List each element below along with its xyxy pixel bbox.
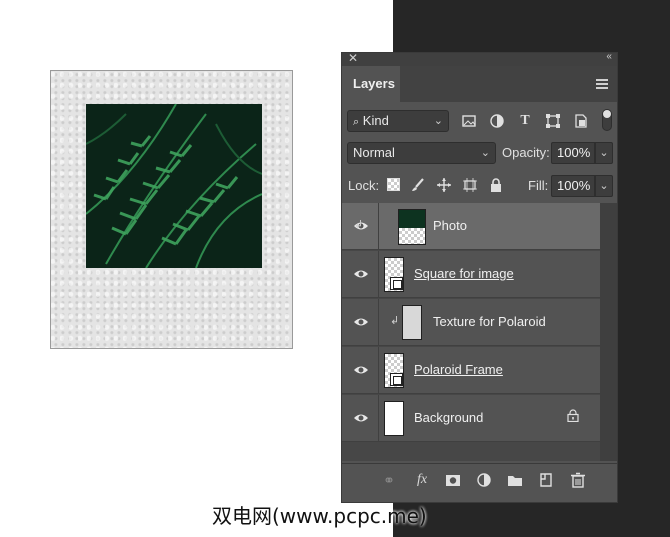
divider [378,251,379,298]
panel-menu-icon[interactable] [596,79,608,89]
filter-kind-dropdown[interactable]: ⌕ Kind ⌄ [347,110,449,132]
layers-panel: ✕ ‹‹ Layers ⌕ Kind ⌄ T Normal ⌄ Opacity:… [341,51,618,503]
fill-dropdown-icon[interactable]: ⌄ [595,175,613,197]
tab-layers[interactable]: Layers [342,66,400,102]
lock-icon[interactable] [567,409,579,422]
lock-transparent-pixels-icon[interactable] [387,178,400,191]
chevron-down-icon: ⌄ [480,147,490,159]
lock-position-icon[interactable] [436,177,452,193]
link-layers-icon[interactable]: ⚭ [380,471,398,489]
pixel-layer-filter-icon[interactable] [461,113,477,129]
layer-row-photo[interactable]: ↲ Photo [342,203,600,250]
opacity-label: Opacity: [502,145,550,160]
search-icon: ⌕ [353,116,360,128]
lock-all-icon[interactable] [488,177,504,193]
layer-name[interactable]: Photo [433,218,467,233]
filter-toggle-knob [603,110,611,118]
clipping-arrow-icon: ↲ [390,315,400,327]
fern-photo [86,104,262,268]
fill-field[interactable]: 100% [551,175,595,197]
layer-name[interactable]: Polaroid Frame [414,362,503,377]
clipping-arrow-icon: ↲ [354,219,364,231]
layer-name[interactable]: Background [414,410,483,425]
layer-name[interactable]: Square for image [414,266,514,281]
add-mask-icon[interactable] [444,471,462,489]
chevron-down-icon: ⌄ [433,115,443,127]
blend-mode-value: Normal [353,145,395,160]
layer-row-polaroid-frame[interactable]: Polaroid Frame [342,347,600,394]
divider [378,299,379,346]
new-group-folder-icon[interactable] [506,471,524,489]
panel-tab-row: Layers [342,66,617,102]
eye-icon[interactable] [353,315,369,329]
opacity-field[interactable]: 100% [551,142,595,164]
eye-icon[interactable] [353,411,369,425]
divider [378,395,379,442]
lock-label: Lock: [348,178,380,193]
eye-icon[interactable] [353,363,369,377]
adjustment-layer-filter-icon[interactable] [489,113,505,129]
fill-label: Fill: [528,178,549,193]
polaroid-canvas [50,70,293,349]
layers-bottom-toolbar: ⚭ fx [342,463,617,495]
close-panel-icon[interactable]: ✕ [348,51,358,65]
shape-layer-filter-icon[interactable] [545,113,561,129]
delete-layer-trash-icon[interactable] [569,471,587,489]
layer-list-scroll-track[interactable] [600,203,617,461]
layer-thumbnail [384,401,404,436]
layer-row-square-for-image[interactable]: Square for image [342,251,600,298]
shape-layer-badge-icon [390,373,403,386]
filter-toggle[interactable] [602,109,612,131]
watermark-text: 双电网(www.pcpc.me) [212,504,427,528]
lock-image-pixels-icon[interactable] [410,177,426,193]
smart-object-filter-icon[interactable] [573,113,589,129]
layer-row-background[interactable]: Background [342,395,600,442]
layer-list: ↲ Photo Square for image ↲ Texture for P… [342,203,617,461]
collapse-panel-icon[interactable]: ‹‹ [606,51,612,62]
layer-row-texture-for-polaroid[interactable]: ↲ Texture for Polaroid [342,299,600,346]
new-adjustment-layer-icon[interactable] [475,471,493,489]
panel-titlebar: ✕ ‹‹ [342,51,617,66]
divider [378,347,379,394]
filter-kind-label: Kind [362,113,389,128]
fern-image [86,104,262,268]
shape-layer-badge-icon [390,277,403,290]
type-layer-filter-icon[interactable]: T [517,113,533,129]
lock-artboard-icon[interactable] [462,177,478,193]
blend-mode-dropdown[interactable]: Normal ⌄ [347,142,496,164]
divider [378,203,379,250]
opacity-dropdown-icon[interactable]: ⌄ [595,142,613,164]
eye-icon[interactable] [353,267,369,281]
layer-thumbnail [398,209,426,245]
layer-style-fx-icon[interactable]: fx [413,471,431,489]
new-layer-icon[interactable] [537,471,555,489]
layer-name[interactable]: Texture for Polaroid [433,314,546,329]
layer-thumbnail [402,305,422,340]
